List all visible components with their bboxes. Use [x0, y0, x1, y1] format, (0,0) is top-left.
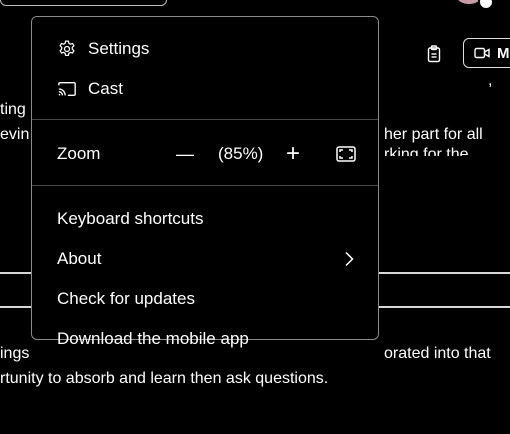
menu-item-zoom: Zoom — (85%) + — [32, 134, 378, 174]
clipboard-icon[interactable] — [426, 45, 442, 63]
app-menu: Settings Cast Zoom — (85%) + Keyboard sh… — [31, 16, 379, 348]
menu-item-label: About — [57, 249, 102, 268]
menu-item-about[interactable]: About — [32, 239, 378, 279]
zoom-label: Zoom — [57, 144, 101, 163]
zoom-value: (85%) — [218, 144, 264, 163]
menu-item-download-mobile-app[interactable]: Download the mobile app — [32, 319, 378, 359]
zoom-out-button[interactable]: — — [173, 139, 197, 169]
body-text-line: her part for all — [384, 126, 483, 143]
body-text-line: orated into that — [384, 345, 491, 362]
menu-item-label: Settings — [88, 39, 150, 58]
body-text-line: ting — [0, 101, 26, 118]
chevron-right-icon — [342, 251, 356, 267]
body-text-line: rking for the — [384, 146, 469, 156]
caret-mark: , — [488, 72, 493, 89]
fullscreen-icon[interactable] — [334, 142, 358, 166]
body-text-line: ings — [0, 345, 30, 362]
status-indicator — [478, 0, 494, 10]
menu-item-cast[interactable]: Cast — [32, 69, 378, 109]
meet-button[interactable]: M — [463, 38, 510, 68]
cast-icon — [56, 78, 78, 100]
menu-item-label: Download the mobile app — [57, 329, 249, 348]
top-toolbar-button[interactable] — [0, 0, 167, 6]
meet-button-label: M — [497, 44, 510, 62]
menu-item-check-for-updates[interactable]: Check for updates — [32, 279, 378, 319]
video-camera-icon — [474, 47, 490, 59]
menu-item-label: Keyboard shortcuts — [57, 209, 204, 228]
menu-separator — [32, 119, 378, 120]
body-text-line: evin — [0, 126, 30, 143]
gear-icon — [56, 38, 78, 60]
menu-item-keyboard-shortcuts[interactable]: Keyboard shortcuts — [32, 199, 378, 239]
menu-item-label: Cast — [88, 79, 123, 98]
menu-separator — [32, 185, 378, 186]
body-text-line: rtunity to absorb and learn then ask que… — [0, 370, 329, 387]
zoom-in-button[interactable]: + — [281, 139, 305, 169]
menu-item-label: Check for updates — [57, 289, 195, 308]
menu-item-settings[interactable]: Settings — [32, 29, 378, 69]
